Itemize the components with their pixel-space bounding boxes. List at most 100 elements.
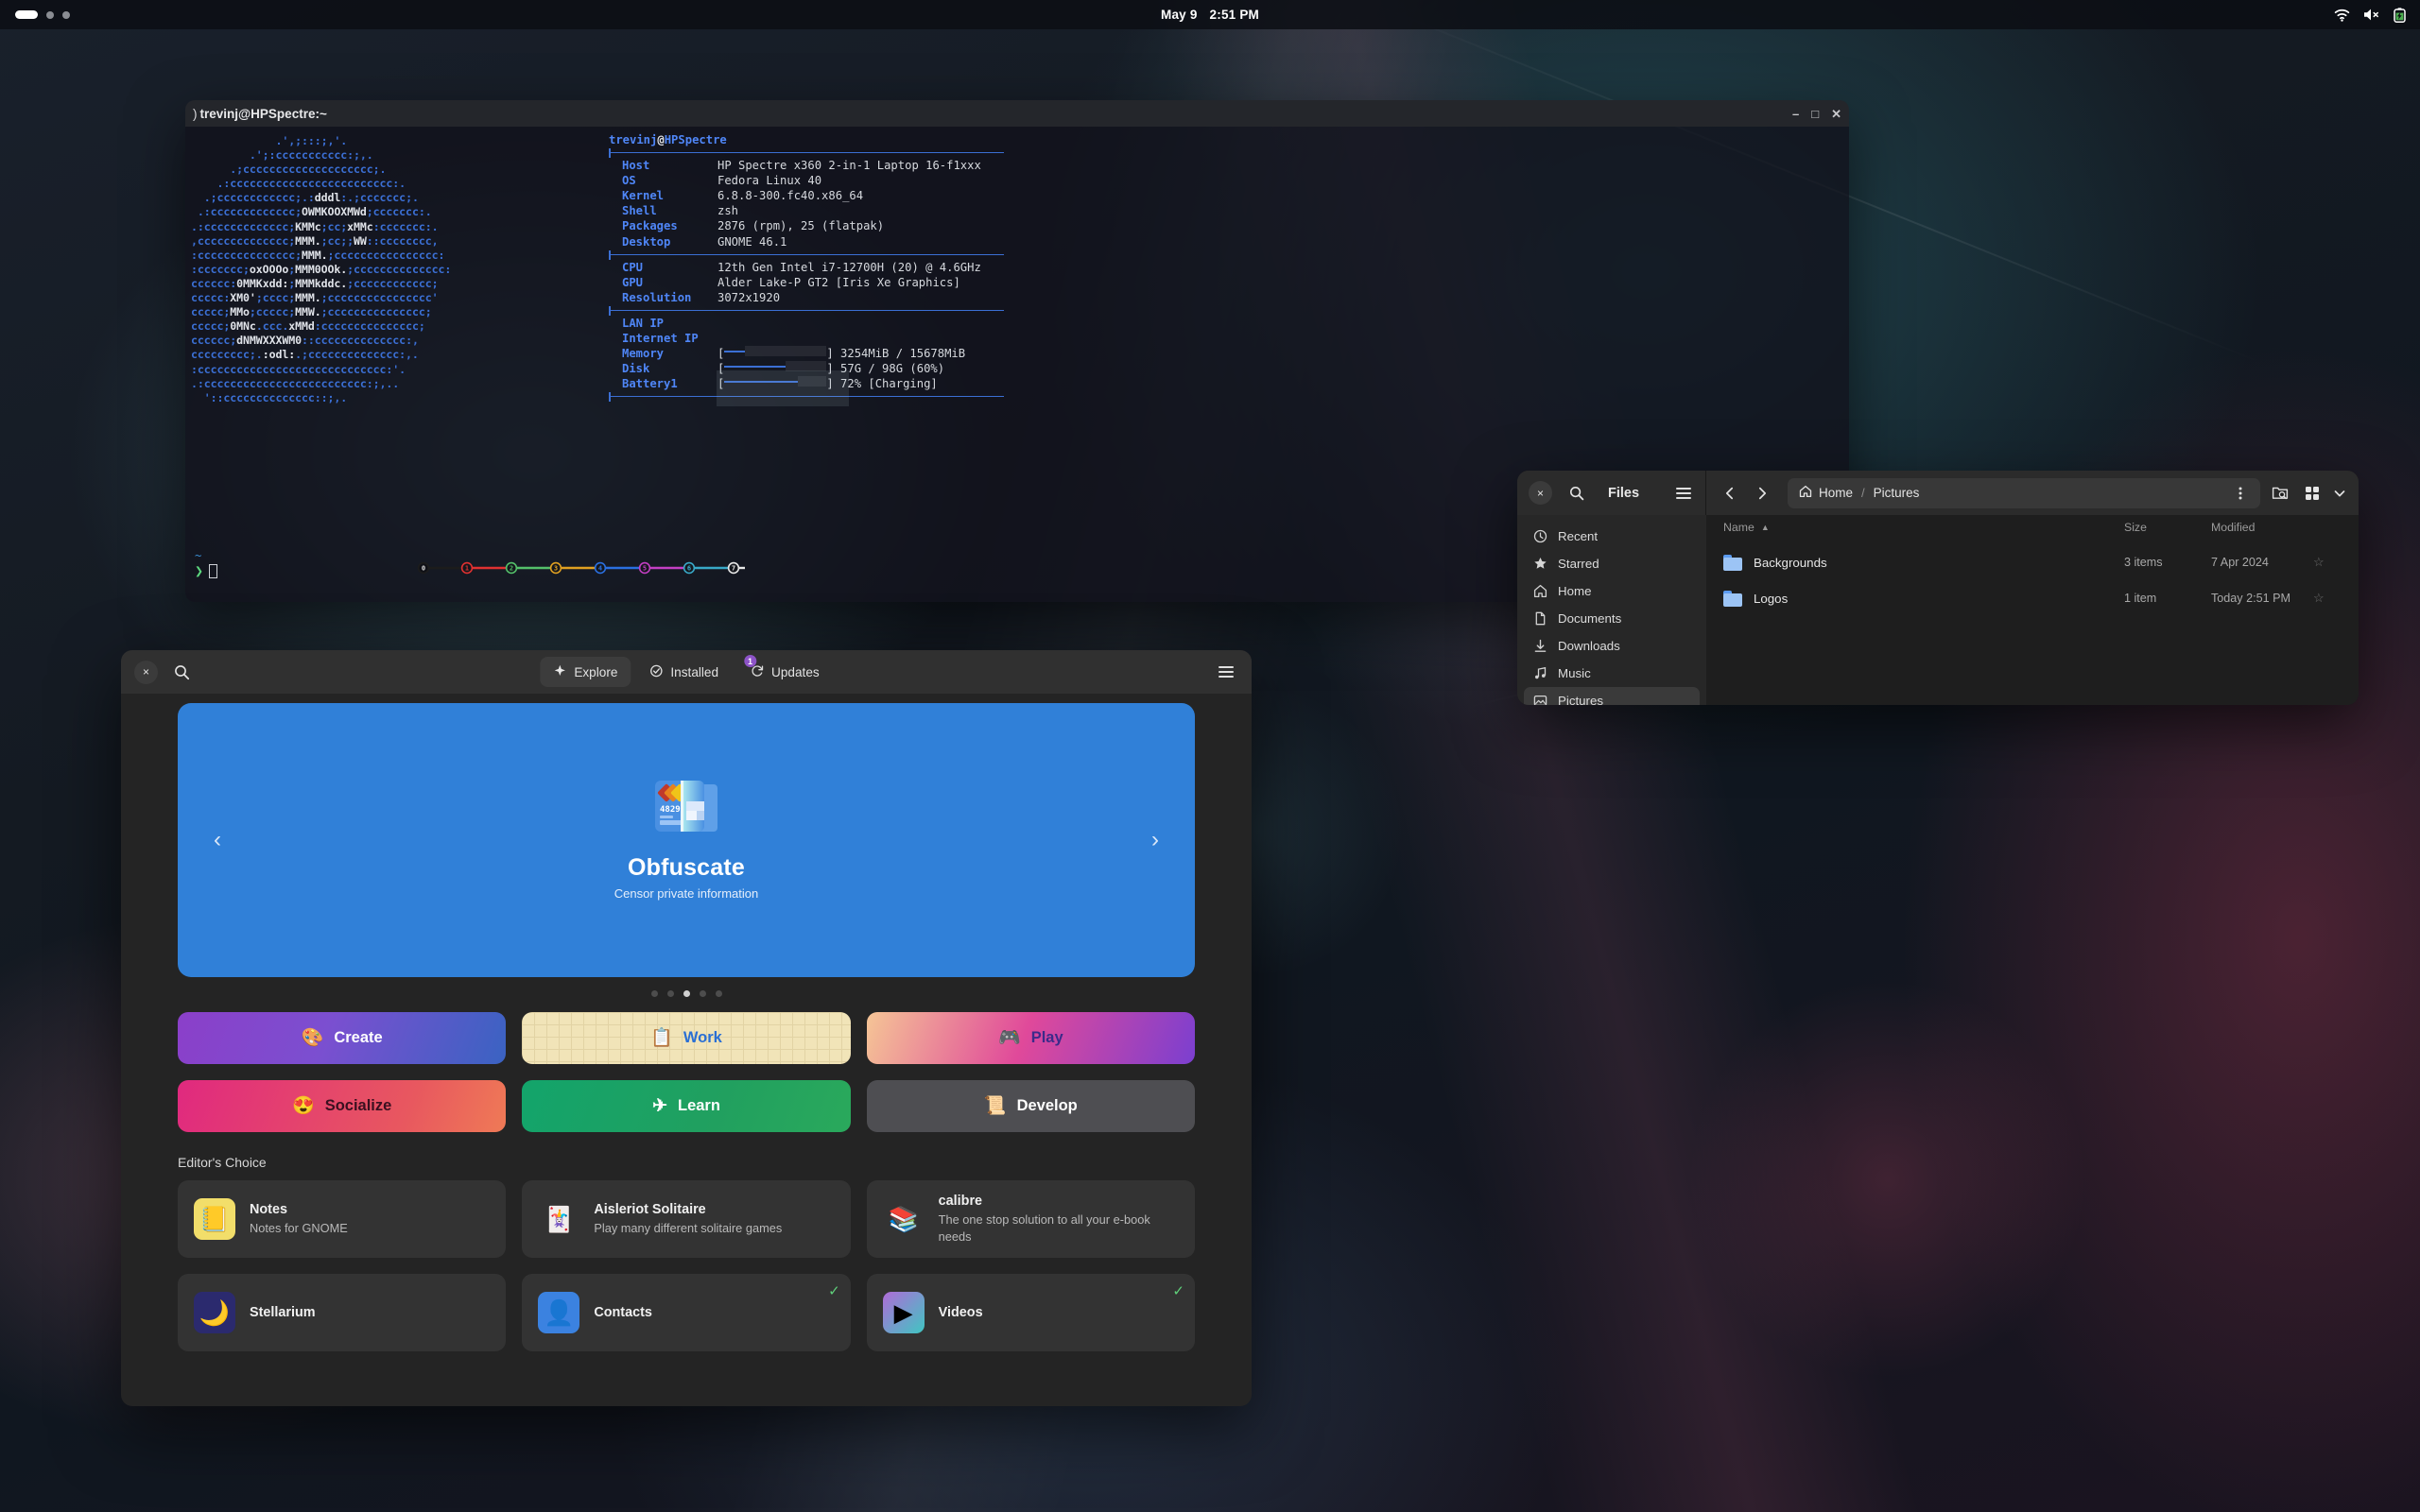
view-dropdown-icon[interactable]	[2332, 481, 2347, 506]
neofetch-row: Shell zsh	[609, 203, 1004, 218]
workspace-2[interactable]	[46, 10, 54, 19]
carousel-dot-1[interactable]	[650, 990, 658, 997]
more-options-icon[interactable]	[2228, 481, 2253, 506]
terminal-color-palette: 0 1 2 3 4 5 6 7	[412, 560, 752, 576]
folder-icon	[1723, 590, 1742, 607]
star-toggle[interactable]: ☆	[2313, 555, 2342, 570]
close-button[interactable]: ×	[1529, 481, 1552, 505]
files-title: Files	[1608, 485, 1640, 501]
banner-icon-number: 4829	[660, 804, 681, 815]
carousel-dot-4[interactable]	[699, 990, 706, 997]
software-window[interactable]: × Explore Installed Updates 1 ‹ › 4829 O…	[121, 650, 1252, 1406]
app-card-stellarium[interactable]: 🌙 Stellarium	[178, 1274, 507, 1351]
files-list-view[interactable]: Name ▲ Size Modified Backgrounds 3 items…	[1706, 515, 2359, 705]
maximize-button[interactable]: □	[1811, 108, 1819, 120]
star-icon	[1532, 557, 1547, 572]
clock-icon	[1532, 529, 1547, 544]
files-sidebar[interactable]: Recent Starred Home Documents Downloads …	[1517, 515, 1706, 705]
menu-icon[interactable]	[1671, 481, 1696, 506]
app-card-contacts[interactable]: 👤 Contacts ✓	[522, 1274, 851, 1351]
top-bar: May 9 2:51 PM	[0, 0, 2420, 29]
featured-banner[interactable]: ‹ › 4829 Obfuscate Censor private inform…	[178, 703, 1195, 977]
tab-installed[interactable]: Installed	[636, 657, 732, 687]
files-window[interactable]: × Files Home / Pictures Recent Starred H…	[1517, 471, 2359, 705]
svg-text:4: 4	[598, 564, 602, 572]
clock[interactable]: May 9 2:51 PM	[1161, 8, 1259, 22]
column-header-modified[interactable]: Modified	[2211, 521, 2313, 534]
close-icon: ×	[142, 665, 149, 679]
workspace-active[interactable]	[15, 10, 38, 19]
sidebar-item-recent[interactable]: Recent	[1524, 523, 1700, 550]
app-card-calibre[interactable]: 📚 calibre The one stop solution to all y…	[866, 1180, 1195, 1258]
category-learn[interactable]: ✈ Learn	[522, 1080, 851, 1132]
carousel-dots[interactable]	[178, 990, 1195, 997]
category-create[interactable]: 🎨 Create	[178, 1012, 507, 1064]
neofetch-at: @	[657, 133, 665, 146]
sidebar-item-starred[interactable]: Starred	[1524, 550, 1700, 577]
neofetch-divider-1	[609, 148, 1004, 159]
sidebar-item-music[interactable]: Music	[1524, 660, 1700, 687]
banner-app-icon: 4829	[655, 780, 717, 839]
search-icon[interactable]	[169, 660, 194, 684]
close-button[interactable]: ✕	[1831, 108, 1841, 120]
tab-explore-label: Explore	[574, 664, 618, 679]
battery-charging-icon	[2393, 7, 2407, 23]
category-socialize[interactable]: 😍 Socialize	[178, 1080, 507, 1132]
sidebar-item-home[interactable]: Home	[1524, 577, 1700, 605]
carousel-dot-3[interactable]	[683, 990, 690, 997]
memory-bar	[724, 346, 827, 357]
neofetch-key: Disk	[622, 362, 650, 376]
search-icon[interactable]	[1564, 481, 1589, 506]
minimize-button[interactable]: –	[1792, 108, 1799, 120]
sidebar-item-downloads[interactable]: Downloads	[1524, 632, 1700, 660]
search-folder-icon[interactable]	[2268, 481, 2292, 506]
carousel-dot-5[interactable]	[715, 990, 722, 997]
close-button[interactable]: ×	[134, 660, 158, 684]
neofetch-row: LAN IP	[609, 316, 1004, 331]
workspace-3[interactable]	[62, 10, 70, 19]
table-row[interactable]: Logos 1 item Today 2:51 PM ☆	[1706, 583, 2359, 613]
column-header-name[interactable]: Name ▲	[1723, 521, 2124, 534]
breadcrumb-pictures[interactable]: Pictures	[1874, 486, 1920, 500]
table-row[interactable]: Backgrounds 3 items 7 Apr 2024 ☆	[1706, 547, 2359, 577]
category-play[interactable]: 🎮 Play	[866, 1012, 1195, 1064]
back-icon[interactable]	[1718, 481, 1742, 506]
software-content[interactable]: ‹ › 4829 Obfuscate Censor private inform…	[121, 694, 1252, 1406]
files-body: Recent Starred Home Documents Downloads …	[1517, 515, 2359, 705]
sidebar-item-pictures[interactable]: Pictures	[1524, 687, 1700, 705]
grid-view-icon[interactable]	[2300, 481, 2325, 506]
chevron-left-icon[interactable]: ‹	[204, 827, 231, 853]
sidebar-item-label: Documents	[1558, 611, 1622, 626]
category-develop[interactable]: 📜 Develop	[866, 1080, 1195, 1132]
neofetch-key: LAN IP	[622, 316, 665, 330]
app-description: Notes for GNOME	[250, 1220, 348, 1235]
carousel-dot-2[interactable]	[666, 990, 674, 997]
breadcrumb-home[interactable]: Home	[1799, 485, 1853, 501]
app-card-videos[interactable]: ▶ Videos ✓	[866, 1274, 1195, 1351]
svg-text:5: 5	[643, 564, 647, 572]
category-work[interactable]: 📋 Work	[522, 1012, 851, 1064]
tab-explore[interactable]: Explore	[540, 657, 631, 687]
menu-icon[interactable]	[1214, 660, 1238, 684]
star-toggle[interactable]: ☆	[2313, 591, 2342, 606]
app-card-aisleriot[interactable]: 🃏 Aisleriot Solitaire Play many differen…	[522, 1180, 851, 1258]
system-tray[interactable]	[2334, 7, 2407, 23]
app-name: Aisleriot Solitaire	[594, 1201, 706, 1217]
folder-icon	[1723, 554, 1742, 571]
chevron-right-icon[interactable]: ›	[1142, 827, 1168, 853]
sidebar-item-label: Starred	[1558, 557, 1599, 571]
terminal-titlebar[interactable]: ) trevinj@HPSpectre:~ – □ ✕	[185, 100, 1849, 127]
neofetch-key: GPU	[622, 275, 644, 289]
terminal-prompt[interactable]: ~ ❯	[195, 548, 218, 579]
app-description: The one stop solution to all your e-book…	[938, 1212, 1150, 1244]
tab-updates[interactable]: Updates 1	[737, 655, 833, 687]
sidebar-item-documents[interactable]: Documents	[1524, 605, 1700, 632]
breadcrumb[interactable]: Home / Pictures	[1788, 477, 2260, 508]
installed-badge: ✓	[1172, 1283, 1184, 1299]
software-tabs[interactable]: Explore Installed Updates 1	[540, 655, 833, 687]
app-card-notes[interactable]: 📒 Notes Notes for GNOME	[178, 1180, 507, 1258]
column-header-size[interactable]: Size	[2124, 521, 2211, 534]
forward-icon[interactable]	[1750, 481, 1774, 506]
workspace-indicator[interactable]	[15, 10, 70, 19]
moon-icon: 🌙	[194, 1292, 235, 1333]
